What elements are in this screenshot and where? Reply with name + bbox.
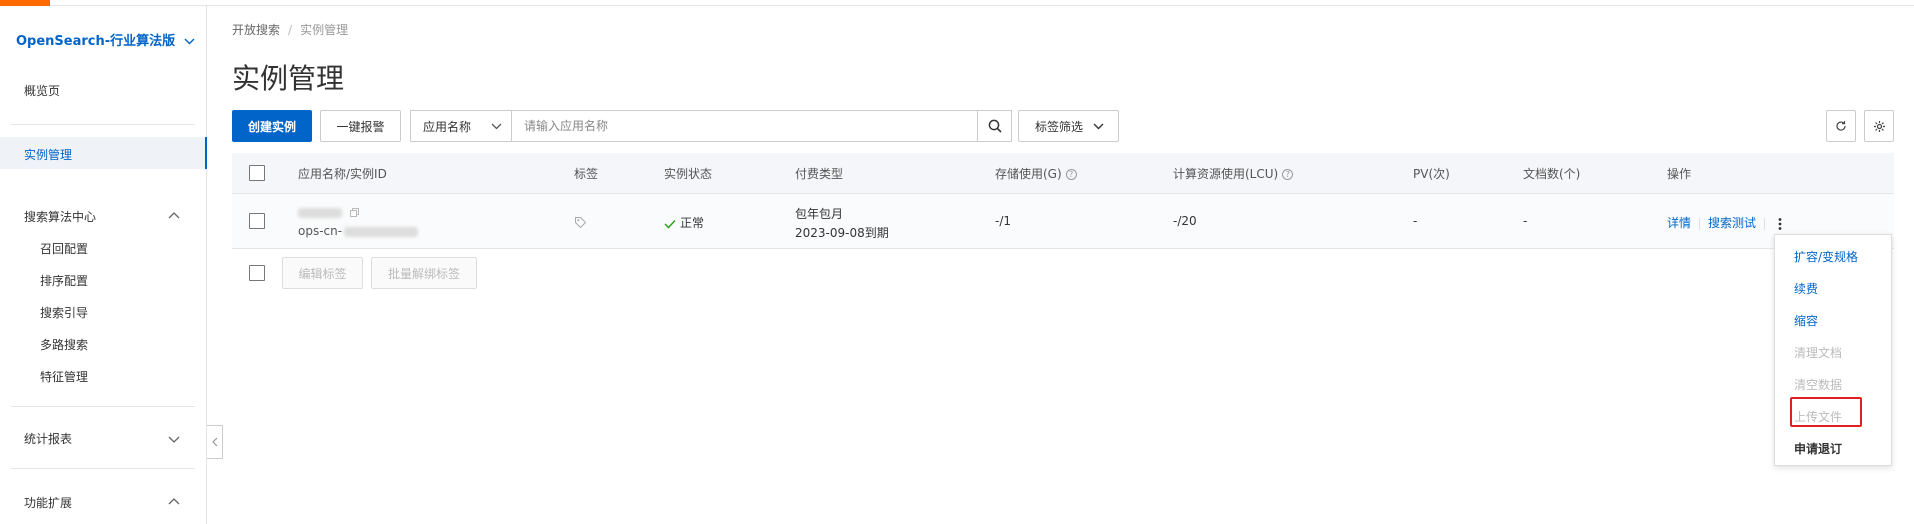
row-checkbox[interactable] xyxy=(249,213,265,229)
search-button[interactable] xyxy=(977,111,1011,141)
sidebar-item-overview[interactable]: 概览页 xyxy=(24,82,60,99)
table-row: ops-cn- 正常 包年包月 2023-09-08到期 -/1 -/20 - … xyxy=(232,194,1894,249)
chevron-down-icon[interactable] xyxy=(168,436,180,443)
chevron-up-icon[interactable] xyxy=(168,212,180,219)
bulk-select-checkbox[interactable] xyxy=(249,265,265,281)
chevron-down-icon xyxy=(491,123,502,129)
tag-icon[interactable] xyxy=(574,216,587,229)
column-header-name: 应用名称/实例ID xyxy=(298,167,387,181)
help-icon[interactable]: ? xyxy=(1282,169,1294,180)
sidebar-group-search-center[interactable]: 搜索算法中心 xyxy=(24,208,96,225)
sidebar-collapse-toggle[interactable] xyxy=(207,425,223,459)
row-actions: 详情 搜索测试 xyxy=(1667,214,1783,231)
divider xyxy=(11,468,195,469)
sidebar-item-label: 实例管理 xyxy=(24,148,73,162)
column-header-pv: PV(次) xyxy=(1413,167,1450,181)
column-header-compute-label: 计算资源使用(LCU) xyxy=(1173,167,1279,181)
column-header-tags: 标签 xyxy=(574,167,599,181)
refresh-button[interactable] xyxy=(1826,110,1856,142)
more-vertical-icon[interactable] xyxy=(1777,217,1783,231)
divider xyxy=(1764,217,1766,230)
breadcrumb: 开放搜索 / 实例管理 xyxy=(232,21,348,38)
menu-item-scale[interactable]: 扩容/变规格 xyxy=(1794,248,1858,265)
divider xyxy=(11,124,195,125)
column-header-storage: 存储使用(G)? xyxy=(995,165,1077,182)
compute-usage: -/20 xyxy=(1173,214,1197,228)
column-header-billing: 付费类型 xyxy=(795,167,844,181)
alarm-button[interactable]: 一键报警 xyxy=(320,110,401,142)
divider xyxy=(11,406,195,407)
help-icon[interactable]: ? xyxy=(1065,169,1077,180)
copy-icon[interactable] xyxy=(349,208,359,217)
status-badge: 正常 xyxy=(664,214,704,231)
column-header-actions: 操作 xyxy=(1667,167,1692,181)
select-all-checkbox[interactable] xyxy=(249,165,265,181)
divider xyxy=(1699,217,1701,230)
more-actions-menu: 扩容/变规格 续费 缩容 清理文档 清空数据 上传文件 申请退订 xyxy=(1774,234,1892,466)
sidebar: OpenSearch-行业算法版 概览页 实例管理 搜索算法中心 召回配置 排序… xyxy=(0,6,207,524)
refresh-icon xyxy=(1836,121,1846,131)
doc-count: - xyxy=(1523,214,1528,228)
breadcrumb-current: 实例管理 xyxy=(300,23,349,37)
sidebar-item-ranking[interactable]: 排序配置 xyxy=(40,272,88,289)
column-header-compute: 计算资源使用(LCU)? xyxy=(1173,165,1294,182)
app-name[interactable] xyxy=(298,205,359,219)
instance-id-prefix: ops-cn- xyxy=(298,224,343,238)
detail-link[interactable]: 详情 xyxy=(1667,216,1691,230)
column-header-status: 实例状态 xyxy=(664,167,713,181)
chevron-up-icon[interactable] xyxy=(168,498,180,505)
storage-usage: -/1 xyxy=(995,214,1012,228)
billing-type: 包年包月 xyxy=(795,207,844,221)
top-bar xyxy=(0,0,1914,6)
settings-button[interactable] xyxy=(1864,110,1894,142)
sidebar-item-features[interactable]: 特征管理 xyxy=(40,368,88,385)
search-group: 应用名称 xyxy=(410,110,1012,142)
sidebar-item-instances[interactable]: 实例管理 xyxy=(0,137,207,169)
edit-tags-button[interactable]: 编辑标签 xyxy=(282,257,363,289)
highlight-annotation xyxy=(1790,397,1862,427)
instance-id-redacted xyxy=(344,226,419,237)
table-header: 应用名称/实例ID 标签 实例状态 付费类型 存储使用(G)? 计算资源使用(L… xyxy=(232,153,1894,194)
status-text: 正常 xyxy=(680,216,705,230)
menu-item-unsubscribe[interactable]: 申请退订 xyxy=(1794,440,1842,457)
search-icon xyxy=(988,119,1002,133)
gear-icon xyxy=(1873,120,1885,132)
tag-filter-label: 标签筛选 xyxy=(1035,119,1084,134)
bulk-unbind-tags-button[interactable]: 批量解绑标签 xyxy=(371,257,477,289)
chevron-left-icon xyxy=(211,437,217,447)
sidebar-item-recall[interactable]: 召回配置 xyxy=(40,240,88,257)
search-input[interactable] xyxy=(512,111,977,141)
breadcrumb-separator: / xyxy=(288,23,293,37)
menu-item-shrink[interactable]: 缩容 xyxy=(1794,312,1818,329)
search-field-value: 应用名称 xyxy=(423,119,472,134)
sidebar-item-guide[interactable]: 搜索引导 xyxy=(40,304,88,321)
sidebar-group-extensions[interactable]: 功能扩展 xyxy=(24,494,72,511)
product-switcher[interactable]: OpenSearch-行业算法版 xyxy=(16,30,195,49)
chevron-down-icon xyxy=(184,38,195,45)
search-field-select[interactable]: 应用名称 xyxy=(411,111,512,141)
column-header-docs: 文档数(个) xyxy=(1523,167,1581,181)
app-name-redacted xyxy=(298,207,342,218)
sidebar-group-stats[interactable]: 统计报表 xyxy=(24,430,72,447)
menu-item-clean-docs[interactable]: 清理文档 xyxy=(1794,344,1842,361)
create-instance-button[interactable]: 创建实例 xyxy=(232,110,312,142)
instance-id: ops-cn- xyxy=(298,224,419,238)
expire-date: 2023-09-08到期 xyxy=(795,226,889,240)
search-test-link[interactable]: 搜索测试 xyxy=(1708,216,1756,230)
sidebar-item-multi-search[interactable]: 多路搜索 xyxy=(40,336,88,353)
menu-item-renew[interactable]: 续费 xyxy=(1794,280,1818,297)
chevron-down-icon xyxy=(1093,123,1104,129)
page-title: 实例管理 xyxy=(232,62,345,95)
menu-item-clear-data[interactable]: 清空数据 xyxy=(1794,376,1842,393)
tag-filter-button[interactable]: 标签筛选 xyxy=(1018,110,1119,142)
column-header-storage-label: 存储使用(G) xyxy=(995,167,1062,181)
check-icon xyxy=(664,219,676,229)
product-name: OpenSearch-行业算法版 xyxy=(16,34,176,49)
breadcrumb-root[interactable]: 开放搜索 xyxy=(232,23,280,37)
pv-count: - xyxy=(1413,214,1418,228)
